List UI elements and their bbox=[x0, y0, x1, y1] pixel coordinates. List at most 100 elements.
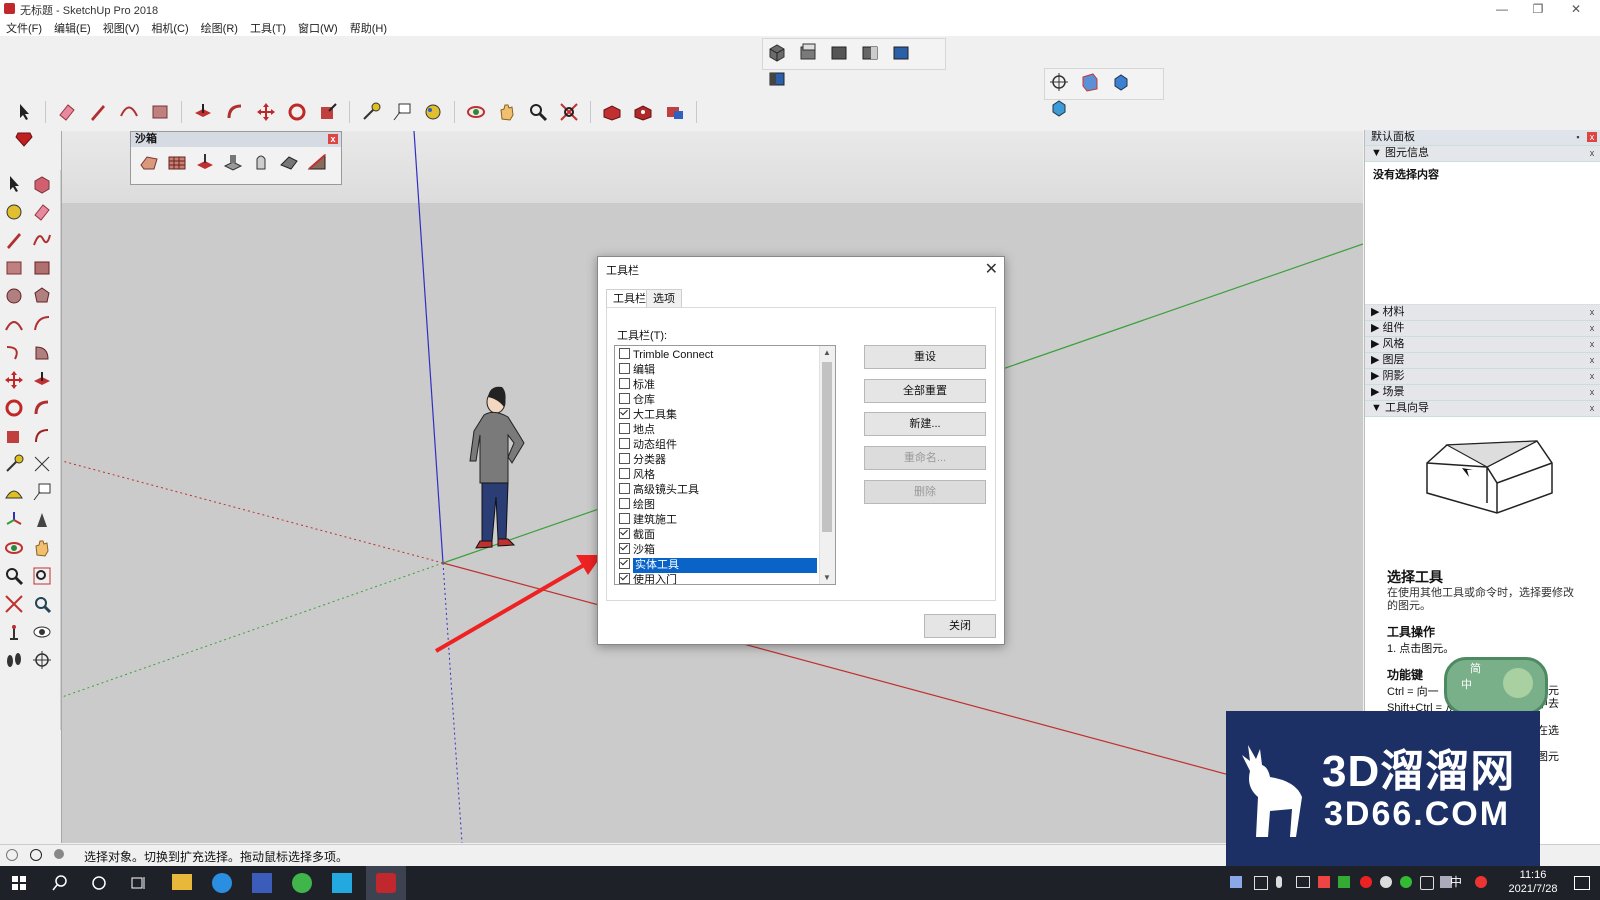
3d-text-icon[interactable] bbox=[31, 509, 53, 531]
iso-view-icon[interactable] bbox=[766, 41, 788, 63]
pushpull-tool-icon[interactable] bbox=[31, 369, 53, 391]
checkbox[interactable] bbox=[619, 378, 630, 389]
top-view-icon[interactable] bbox=[797, 41, 819, 63]
delete-button[interactable]: 删除 bbox=[864, 480, 986, 504]
left-view-icon[interactable] bbox=[766, 67, 788, 89]
tray-title-bar[interactable]: 默认面板 ▪ x bbox=[1365, 130, 1600, 146]
ime-widget[interactable]: 简 中 bbox=[1444, 657, 1548, 715]
right-view-icon[interactable] bbox=[859, 41, 881, 63]
close-window-button[interactable]: ✕ bbox=[1558, 0, 1594, 18]
checkbox[interactable] bbox=[619, 528, 630, 539]
file-explorer-icon[interactable] bbox=[172, 874, 192, 890]
tray-red-icon[interactable] bbox=[1318, 876, 1330, 888]
push-pull-icon[interactable] bbox=[192, 101, 214, 123]
checkbox[interactable] bbox=[619, 453, 630, 464]
scale-tool-icon[interactable] bbox=[3, 425, 25, 447]
checkbox[interactable] bbox=[619, 483, 630, 494]
dialog-close-icon[interactable]: ✕ bbox=[985, 259, 998, 279]
scroll-down-icon[interactable]: ▼ bbox=[823, 573, 831, 582]
tray-section-header[interactable]: ▶ 场景 x bbox=[1365, 385, 1600, 401]
zoom-extents-icon[interactable] bbox=[558, 101, 580, 123]
scale-icon[interactable] bbox=[317, 101, 339, 123]
tray-section-header[interactable]: ▶ 材料 x bbox=[1365, 305, 1600, 321]
toolbar-list-item[interactable]: 动态组件 bbox=[615, 438, 820, 453]
back-view-icon[interactable] bbox=[890, 41, 912, 63]
entity-info-header[interactable]: ▼ 图元信息 x bbox=[1365, 146, 1600, 162]
pin-icon[interactable]: ▪ bbox=[1573, 132, 1583, 142]
credits-icon[interactable] bbox=[30, 849, 42, 861]
share-model-icon[interactable] bbox=[632, 101, 654, 123]
protractor-icon[interactable] bbox=[3, 481, 25, 503]
wechat-icon[interactable] bbox=[292, 873, 312, 893]
toolbar-list-item[interactable]: 沙箱 bbox=[615, 543, 820, 558]
tray-section-header[interactable]: ▶ 风格 x bbox=[1365, 337, 1600, 353]
rotate-tool-icon[interactable] bbox=[3, 397, 25, 419]
toolbar-list-item[interactable]: 建筑施工 bbox=[615, 513, 820, 528]
add-detail-icon[interactable] bbox=[278, 151, 300, 173]
paint-icon[interactable] bbox=[3, 201, 25, 223]
sandbox-header[interactable]: 沙箱 x bbox=[131, 132, 341, 147]
menu-edit[interactable]: 编辑(E) bbox=[48, 18, 97, 38]
user-icon[interactable] bbox=[54, 849, 64, 859]
checkbox[interactable] bbox=[619, 408, 630, 419]
section-plane-icon[interactable] bbox=[1079, 71, 1101, 93]
volume-icon[interactable] bbox=[1420, 876, 1434, 890]
look-around-icon[interactable] bbox=[31, 621, 53, 643]
section-cut-icon[interactable] bbox=[1048, 97, 1070, 119]
tab-options[interactable]: 选项 bbox=[646, 289, 682, 309]
text-tool-icon[interactable] bbox=[31, 481, 53, 503]
tray-section-close-icon[interactable]: x bbox=[1587, 403, 1597, 413]
task-view-icon[interactable] bbox=[131, 875, 147, 891]
text-icon[interactable] bbox=[391, 101, 413, 123]
warehouse-icon[interactable] bbox=[601, 101, 623, 123]
checkbox[interactable] bbox=[619, 438, 630, 449]
clock-time[interactable]: 11:16 bbox=[1508, 869, 1558, 881]
toolbar-list-item[interactable]: 地点 bbox=[615, 423, 820, 438]
from-contours-icon[interactable] bbox=[138, 151, 160, 173]
section-display-icon[interactable] bbox=[1110, 71, 1132, 93]
pan-tool-icon[interactable] bbox=[31, 537, 53, 559]
checkbox[interactable] bbox=[619, 468, 630, 479]
app-icon[interactable] bbox=[252, 873, 272, 893]
clock-date[interactable]: 2021/7/28 bbox=[1496, 883, 1570, 895]
zoom-tool-icon[interactable] bbox=[3, 565, 25, 587]
ime-language-indicator[interactable]: 中 bbox=[1450, 873, 1462, 890]
reset-button[interactable]: 重设 bbox=[864, 345, 986, 369]
toolbar-list-item[interactable]: 风格 bbox=[615, 468, 820, 483]
checkbox[interactable] bbox=[619, 558, 630, 569]
toolbar-list-item[interactable]: 标准 bbox=[615, 378, 820, 393]
checkbox[interactable] bbox=[619, 393, 630, 404]
entity-info-close-icon[interactable]: x bbox=[1587, 148, 1597, 158]
share-component-icon[interactable] bbox=[664, 101, 686, 123]
display-icon[interactable] bbox=[1296, 876, 1310, 888]
toolbar-list-item[interactable]: 高级镜头工具 bbox=[615, 483, 820, 498]
select-arrow-icon[interactable] bbox=[13, 101, 35, 123]
checkbox[interactable] bbox=[619, 573, 630, 584]
checkbox[interactable] bbox=[619, 423, 630, 434]
eraser-icon[interactable] bbox=[56, 101, 78, 123]
orbit-icon[interactable] bbox=[465, 101, 487, 123]
tray-app-icon[interactable] bbox=[1254, 876, 1268, 890]
drape-icon[interactable] bbox=[250, 151, 272, 173]
search-icon[interactable] bbox=[52, 875, 68, 891]
tray-section-close-icon[interactable]: x bbox=[1587, 355, 1597, 365]
tray-section-header[interactable]: ▶ 图层 x bbox=[1365, 353, 1600, 369]
toolbar-list-item[interactable]: Trimble Connect bbox=[615, 348, 820, 363]
toolbar-list-item[interactable]: 截面 bbox=[615, 528, 820, 543]
from-scratch-icon[interactable] bbox=[166, 151, 188, 173]
menu-camera[interactable]: 相机(C) bbox=[145, 18, 194, 38]
previous-view-icon[interactable] bbox=[31, 593, 53, 615]
notification-icon[interactable] bbox=[1574, 876, 1590, 890]
tray-section-header[interactable]: ▶ 组件 x bbox=[1365, 321, 1600, 337]
move-tool-icon[interactable] bbox=[3, 369, 25, 391]
tray-section-close-icon[interactable]: x bbox=[1587, 307, 1597, 317]
polygon-icon[interactable] bbox=[31, 285, 53, 307]
pencil-icon[interactable] bbox=[87, 101, 109, 123]
walk-icon[interactable] bbox=[3, 649, 25, 671]
tray-section-close-icon[interactable]: x bbox=[1587, 323, 1597, 333]
pie-icon[interactable] bbox=[31, 341, 53, 363]
restore-button[interactable]: ❐ bbox=[1520, 0, 1556, 18]
arc-icon[interactable] bbox=[118, 101, 140, 123]
position-camera-icon[interactable] bbox=[1048, 71, 1070, 93]
minimize-button[interactable]: — bbox=[1484, 0, 1520, 18]
